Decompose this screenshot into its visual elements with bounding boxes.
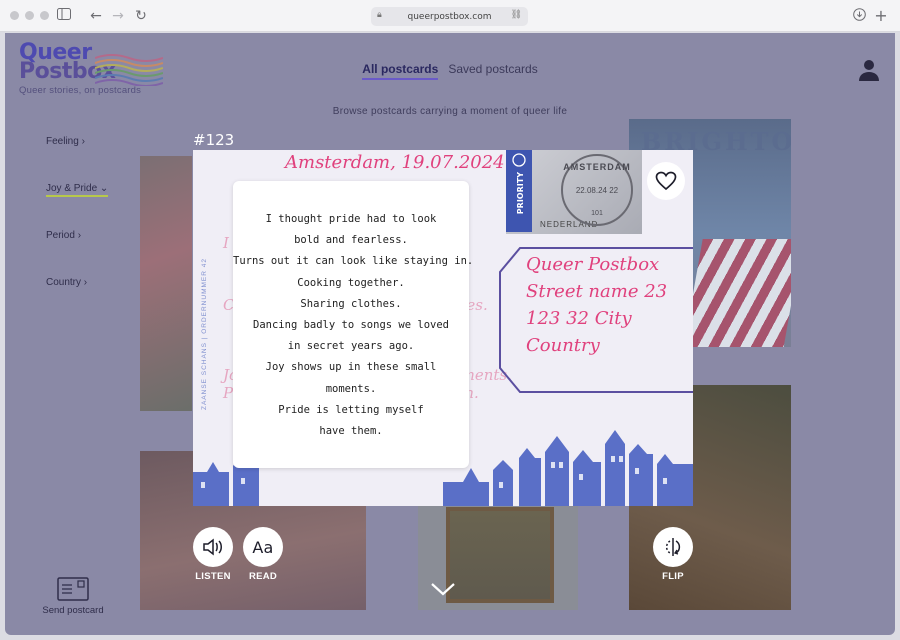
priority-label: PRIORITY: [516, 172, 525, 214]
download-icon[interactable]: [851, 8, 867, 24]
filter-label: Joy & Pride: [46, 183, 98, 194]
address-line: Country: [526, 335, 600, 356]
address-bar[interactable]: 🔒︎ queerpostbox.com ⛓: [371, 7, 528, 26]
message-line: Cooking together.: [297, 276, 405, 289]
chevron-right-icon: ›: [83, 277, 88, 288]
postmark-date: 22.08.24 22: [575, 186, 619, 195]
back-icon[interactable]: ←: [88, 8, 104, 24]
send-postcard-label: Send postcard: [42, 605, 104, 616]
message-line: Dancing badly to songs we loved: [253, 319, 449, 332]
priority-label-image: PRIORITY: [506, 150, 532, 232]
flip-icon[interactable]: [653, 527, 693, 567]
heart-icon: [655, 171, 677, 191]
filter-joy-pride[interactable]: Joy & Pride ⌄: [46, 183, 109, 197]
link-icon[interactable]: ⛓: [511, 10, 522, 20]
striped-tent-image: [683, 239, 791, 347]
minimize-window-button[interactable]: [25, 11, 34, 20]
framed-picture-image: [446, 507, 554, 603]
top-navigation: All postcards Saved postcards: [5, 62, 895, 80]
window-controls: [10, 11, 49, 20]
chevron-right-icon: ›: [81, 136, 85, 147]
stamp-value: 101: [591, 210, 603, 217]
postcard-thumbnail[interactable]: [140, 156, 192, 411]
address-line: Queer Postbox: [526, 254, 660, 275]
postcard-date-handwriting: Amsterdam, 19.07.2024: [285, 152, 505, 173]
flip-control[interactable]: FLIP: [653, 527, 693, 582]
filter-label: Country: [46, 277, 82, 288]
forward-icon[interactable]: →: [110, 8, 126, 24]
read-label: READ: [248, 571, 278, 582]
chevron-down-icon: ⌄: [99, 183, 109, 194]
filter-feeling[interactable]: Feeling ›: [46, 136, 85, 147]
message-line: Sharing clothes.: [300, 297, 402, 310]
listen-control[interactable]: LISTEN: [193, 527, 233, 582]
text-size-icon[interactable]: Aa: [243, 527, 283, 567]
tab-saved-postcards[interactable]: Saved postcards: [448, 62, 537, 80]
address-line: Street name 23: [526, 281, 668, 302]
filter-label: Period: [46, 230, 75, 241]
postmark-image: AMSTERDAM 22.08.24 22 101: [561, 154, 633, 226]
postmark-city: AMSTERDAM: [563, 162, 631, 172]
send-postcard-button[interactable]: Send postcard: [38, 577, 108, 616]
flip-label: FLIP: [662, 571, 684, 582]
reload-icon[interactable]: ↻: [133, 8, 149, 24]
address-line: 123 32 City: [526, 308, 632, 329]
speaker-icon[interactable]: [193, 527, 233, 567]
filter-country[interactable]: Country ›: [46, 277, 87, 288]
save-heart-button[interactable]: [647, 162, 685, 200]
filter-label: Feeling: [46, 136, 79, 147]
vertical-print-text: ZAANSE SCHANS | ORDERNUMMER 42: [201, 258, 208, 410]
message-line: bold and fearless.: [294, 234, 408, 247]
filter-period[interactable]: Period ›: [46, 230, 81, 241]
page: Queer Postbox Queer stories, on postcard…: [5, 33, 895, 635]
page-subtitle: Browse postcards carrying a moment of qu…: [332, 106, 568, 117]
read-control[interactable]: Aa READ: [243, 527, 283, 582]
tagline: Queer stories, on postcards: [19, 85, 142, 96]
address-block: Queer Postbox Street name 23 123 32 City…: [498, 240, 693, 400]
message-line: Pride is letting myself: [278, 403, 424, 416]
postcard: Amsterdam, 19.07.2024 I thought pride ha…: [193, 150, 693, 506]
listen-label: LISTEN: [195, 571, 231, 582]
lock-icon: 🔒︎: [377, 10, 382, 20]
message-line: Turns out it can look like staying in.: [233, 255, 474, 268]
message-line: Joy shows up in these small: [265, 361, 437, 374]
tab-all-postcards[interactable]: All postcards: [362, 62, 439, 80]
url-text: queerpostbox.com: [407, 11, 492, 22]
postcard-number: #123: [193, 131, 235, 149]
chevron-right-icon: ›: [77, 230, 82, 241]
new-tab-icon[interactable]: +: [873, 8, 889, 24]
message-panel: I thought pride had to look bold and fea…: [233, 181, 474, 468]
close-window-button[interactable]: [10, 11, 19, 20]
message-line: I thought pride had to look: [265, 213, 437, 225]
message-line: in secret years ago.: [287, 340, 415, 353]
chevron-down-icon[interactable]: [429, 579, 457, 599]
postcard-icon: [57, 577, 89, 601]
message-line: moments.: [325, 382, 377, 395]
browser-toolbar: ← → ↻ 🔒︎ queerpostbox.com ⛓ +: [0, 0, 900, 32]
zoom-window-button[interactable]: [40, 11, 49, 20]
message-line: have them.: [319, 425, 383, 438]
sidebar-icon[interactable]: [56, 8, 72, 24]
user-icon[interactable]: [857, 58, 881, 82]
